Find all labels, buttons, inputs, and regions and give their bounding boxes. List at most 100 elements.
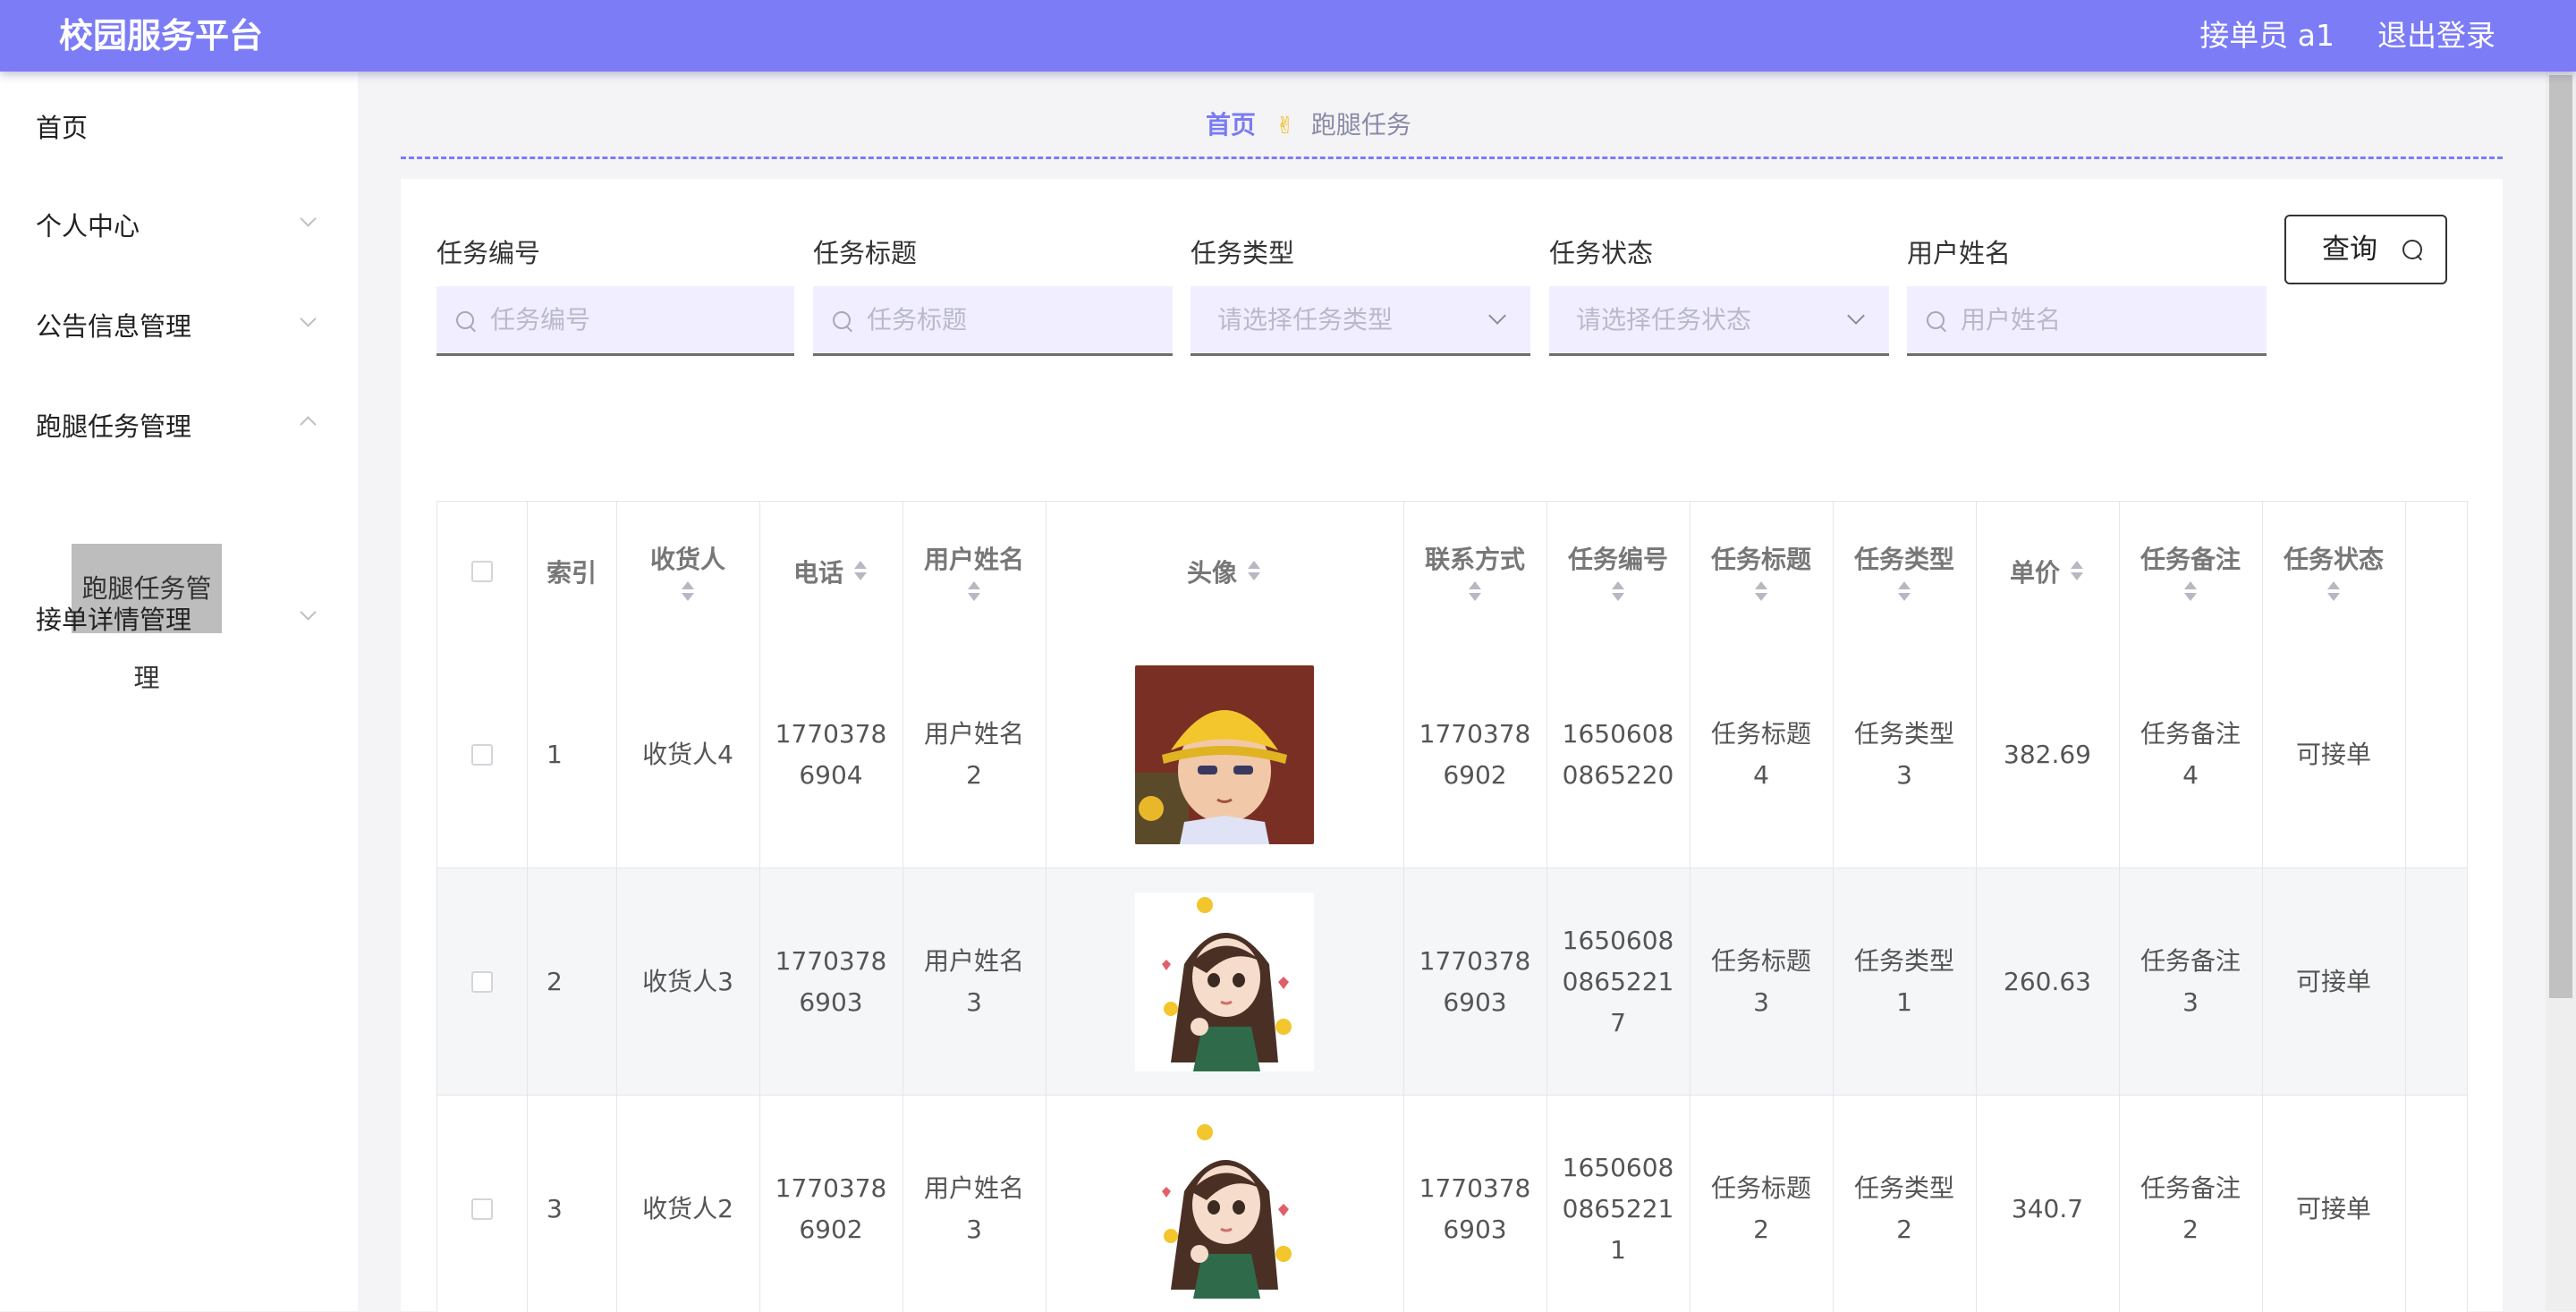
col-header[interactable]: 联系方式	[1403, 502, 1546, 641]
col-header[interactable]: 任务标题	[1690, 502, 1833, 641]
sort-icon[interactable]	[680, 581, 696, 603]
cell-avatar	[1046, 1096, 1403, 1312]
sort-icon[interactable]	[852, 561, 869, 582]
task-no-input[interactable]: 任务编号	[436, 286, 794, 356]
filter-label-task-title: 任务标题	[813, 238, 918, 268]
cell-line: 1770378	[1419, 1172, 1531, 1203]
sort-icon[interactable]	[2069, 561, 2085, 582]
cell-line: 任务备注	[2140, 718, 2241, 749]
breadcrumb-current: 跑腿任务	[1310, 110, 1411, 140]
cell-title: 任务标题 3	[1690, 868, 1833, 1095]
cell-line: 6903	[1443, 1214, 1507, 1244]
page-scrollbar-thumb[interactable]	[2549, 75, 2572, 998]
user-name-input[interactable]: 用户姓名	[1907, 286, 2267, 356]
cell-index: 2	[547, 966, 563, 996]
col-header-label: 索引	[546, 558, 597, 588]
cell-task-no: 1650608 0865221 1	[1546, 1096, 1690, 1312]
cell-line: 7	[1610, 1007, 1626, 1037]
cell-line: 用户姓名	[923, 718, 1024, 749]
cell-line: 6902	[1443, 759, 1507, 790]
col-header-label: 电话	[792, 558, 843, 588]
chevron-down-icon	[300, 210, 317, 227]
table-header: 索引 收货人 电话 用户姓名 头像 联系方式 任务编号 任务标题 任务类型 单价…	[437, 502, 2468, 642]
cell-line: 6904	[799, 759, 863, 790]
cell-line: 3	[2182, 986, 2199, 1017]
row-checkbox[interactable]	[471, 970, 493, 993]
filter-label-user-name: 用户姓名	[1907, 238, 2012, 268]
col-header[interactable]: 任务类型	[1833, 502, 1976, 641]
breadcrumb: 首页 ✌ 跑腿任务	[1206, 107, 1411, 144]
sort-icon[interactable]	[2182, 581, 2199, 603]
girl-avatar-image	[1135, 1119, 1314, 1299]
col-header[interactable]: 任务编号	[1546, 502, 1690, 641]
cell-line: 2	[2182, 1214, 2199, 1244]
task-type-select[interactable]: 请选择任务类型	[1191, 286, 1530, 356]
cell-contact: 1770378 6903	[1403, 1096, 1546, 1312]
cell-avatar	[1046, 868, 1403, 1095]
task-title-input[interactable]: 任务标题	[813, 286, 1173, 356]
cell-line: 1770378	[775, 1172, 887, 1203]
cell-user: 用户姓名 3	[902, 1096, 1046, 1312]
sort-icon[interactable]	[1753, 581, 1769, 603]
sort-icon[interactable]	[2326, 581, 2342, 603]
cell-line: 任务类型	[1853, 945, 1954, 976]
row-checkbox[interactable]	[471, 1198, 493, 1220]
col-header-label: 任务编号	[1567, 545, 1668, 574]
col-header: 索引	[527, 502, 616, 641]
grid-line	[616, 502, 617, 1312]
logout-link[interactable]: 退出登录	[2377, 0, 2496, 72]
victory-hand-icon: ✌	[1275, 113, 1295, 140]
cell-avatar	[1046, 641, 1403, 868]
cell-line: 0865221	[1562, 966, 1674, 996]
row-checkbox[interactable]	[471, 743, 493, 766]
col-header-label: 联系方式	[1424, 545, 1525, 574]
task-status-select[interactable]: 请选择任务状态	[1549, 286, 1889, 356]
cell-line: 3	[1896, 759, 1912, 790]
sort-icon[interactable]	[1467, 581, 1483, 603]
col-header-label: 头像	[1186, 558, 1237, 588]
task-type-placeholder: 请选择任务类型	[1217, 305, 1394, 334]
col-header[interactable]: 单价	[1976, 502, 2119, 641]
cell-line: 3	[966, 1214, 982, 1244]
sidebar-item-errand-tasks[interactable]: 跑腿任务管理	[36, 406, 191, 444]
cell-user: 用户姓名 2	[902, 641, 1046, 868]
sort-icon[interactable]	[966, 581, 982, 603]
cell-line: 任务标题	[1710, 945, 1811, 976]
chevron-down-icon	[300, 604, 317, 621]
cell-line: 任务备注	[2140, 945, 2241, 976]
sidebar-item-home[interactable]: 首页	[36, 107, 88, 145]
sidebar-item-announcements[interactable]: 公告信息管理	[36, 306, 191, 343]
user-name-placeholder: 用户姓名	[1961, 305, 2062, 334]
sort-icon[interactable]	[1246, 561, 1262, 582]
filter-label-task-no: 任务编号	[436, 238, 541, 268]
cell-note: 任务备注 4	[2119, 641, 2262, 868]
grid-line	[2467, 502, 2468, 1312]
cell-line: 6902	[799, 1214, 863, 1244]
sidebar-item-order-details[interactable]: 接单详情管理	[36, 599, 191, 637]
col-header[interactable]: 电话	[759, 502, 902, 641]
breadcrumb-home[interactable]: 首页	[1206, 110, 1256, 140]
col-header-label: 收货人	[649, 545, 725, 574]
cell-status: 可接单	[2295, 1193, 2371, 1223]
cell-line: 1650608	[1562, 718, 1674, 749]
col-header[interactable]: 任务备注	[2119, 502, 2262, 641]
app-title: 校园服务平台	[59, 16, 264, 55]
cell-line: 2	[966, 759, 982, 790]
task-no-placeholder: 任务编号	[490, 305, 591, 334]
select-all-checkbox[interactable]	[471, 561, 493, 582]
query-button[interactable]: 查询	[2284, 215, 2447, 284]
col-header[interactable]: 收货人	[616, 502, 759, 641]
sidebar-item-personal-center[interactable]: 个人中心	[36, 206, 140, 243]
col-header[interactable]: 头像	[1046, 502, 1403, 641]
col-header[interactable]: 任务状态	[2262, 502, 2405, 641]
sort-icon[interactable]	[1610, 581, 1626, 603]
task-title-placeholder: 任务标题	[867, 305, 968, 334]
sort-icon[interactable]	[1896, 581, 1912, 603]
cell-user: 用户姓名 3	[902, 868, 1046, 1095]
grid-line	[902, 502, 903, 1312]
cell-line: 3	[1753, 986, 1769, 1017]
col-header[interactable]: 用户姓名	[902, 502, 1046, 641]
cell-task-no: 1650608 0865220	[1546, 641, 1690, 868]
chevron-up-icon	[300, 416, 317, 433]
cell-phone: 1770378 6903	[759, 868, 902, 1095]
